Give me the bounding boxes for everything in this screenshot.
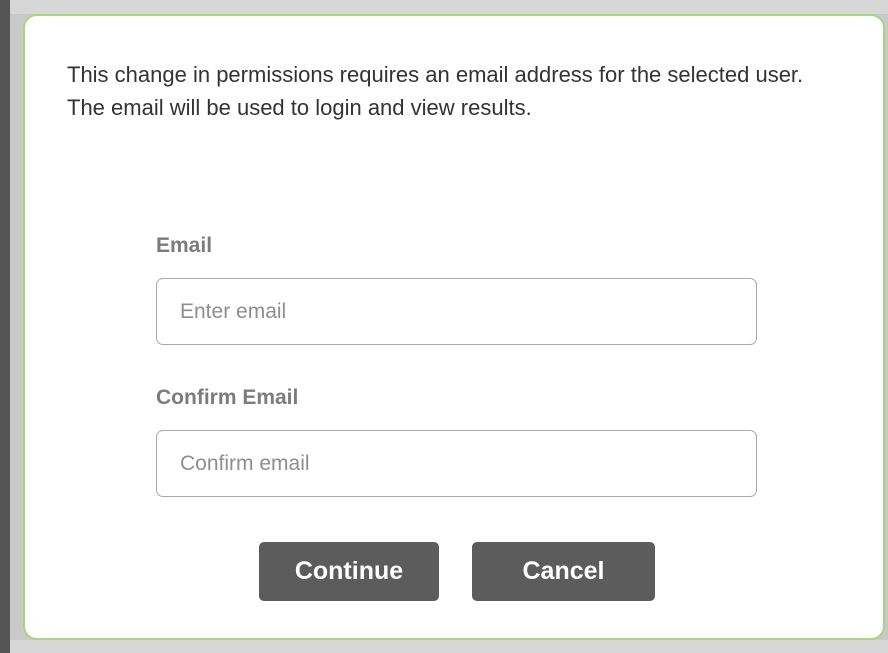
background-left-edge: [0, 0, 10, 653]
email-required-dialog: This change in permissions requires an e…: [23, 14, 885, 640]
confirm-email-label: Confirm Email: [156, 386, 299, 409]
confirm-email-input[interactable]: [156, 430, 757, 497]
email-input[interactable]: [156, 278, 757, 345]
background-bottom-strip: [10, 640, 888, 653]
dialog-message: This change in permissions requires an e…: [67, 62, 804, 120]
cancel-button[interactable]: Cancel: [472, 542, 655, 601]
email-label: Email: [156, 234, 213, 257]
background-top-strip: [10, 0, 888, 14]
continue-button[interactable]: Continue: [259, 542, 439, 601]
